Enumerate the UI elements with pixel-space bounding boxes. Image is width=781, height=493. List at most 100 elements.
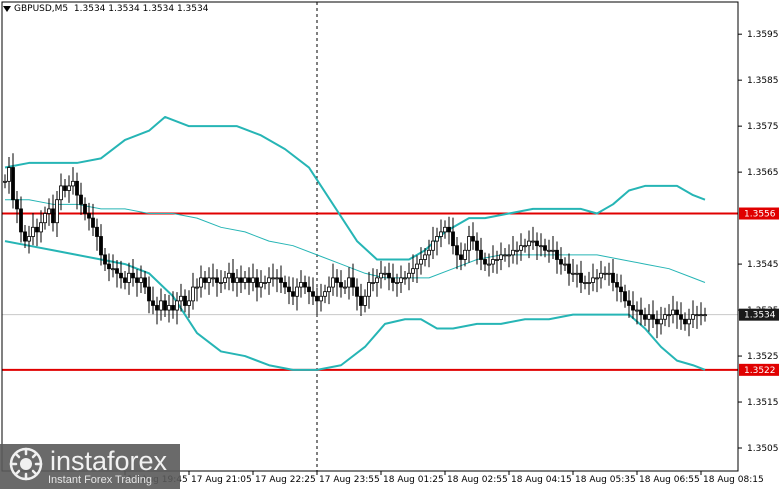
candle — [587, 271, 591, 295]
x-tick-label: 18 Aug 08:15 — [703, 475, 764, 485]
candle — [275, 269, 279, 293]
candle — [227, 262, 231, 291]
candle-body — [419, 259, 423, 265]
candle-body — [479, 249, 483, 260]
candle — [219, 270, 223, 294]
candle — [243, 270, 247, 290]
candle-body — [539, 245, 543, 248]
price-label: 1.3534 — [744, 311, 776, 321]
candle-body — [287, 286, 291, 293]
y-tick-label: 1.3575 — [747, 122, 779, 132]
candle-body — [327, 286, 331, 293]
candle-body — [27, 236, 31, 242]
chart-canvas[interactable]: 1.35951.35851.35751.35651.35451.35351.35… — [0, 0, 781, 489]
x-tick-label: 18 Aug 06:55 — [639, 475, 700, 485]
candle-body — [39, 222, 43, 233]
candle-body — [63, 185, 67, 191]
candle — [19, 196, 23, 243]
candle-body — [547, 249, 551, 252]
candle-body — [339, 282, 343, 288]
y-tick-label: 1.3565 — [747, 168, 779, 178]
candle-body — [507, 254, 511, 257]
x-tick-label: 17 Aug 23:55 — [319, 475, 380, 485]
candle — [271, 263, 275, 287]
candle-body — [679, 314, 683, 320]
candle-body — [435, 236, 439, 242]
candle — [15, 190, 19, 224]
chart-menu-triangle-icon[interactable] — [3, 6, 11, 12]
candle-body — [447, 226, 451, 233]
candle — [371, 268, 375, 292]
price-label: 1.3522 — [744, 366, 776, 376]
candle — [91, 203, 95, 237]
candle-body — [667, 314, 671, 317]
x-tick-label: 18 Aug 01:25 — [383, 475, 444, 485]
candle — [235, 269, 239, 297]
price-chart[interactable]: 1.35951.35851.35751.35651.35451.35351.35… — [0, 0, 781, 489]
candle-body — [663, 314, 667, 320]
candle-body — [395, 282, 399, 284]
candle-body — [455, 245, 459, 256]
candle-body — [135, 277, 139, 283]
candle-body — [171, 305, 175, 311]
x-tick-label: 18 Aug 04:15 — [511, 475, 572, 485]
candle — [231, 259, 235, 292]
candle-body — [703, 314, 707, 317]
candle-body — [655, 318, 659, 325]
candle-body — [559, 259, 563, 265]
candle-body — [319, 295, 323, 302]
candle-body — [443, 226, 447, 233]
candle-body — [255, 277, 259, 288]
candle — [427, 239, 431, 268]
candle-body — [207, 277, 211, 283]
candle — [115, 259, 119, 288]
candle — [527, 230, 531, 259]
candle — [39, 210, 43, 243]
candle-body — [243, 277, 247, 283]
candle-body — [223, 277, 227, 283]
candle — [607, 262, 611, 286]
candle-body — [315, 295, 319, 302]
candles-layer — [3, 153, 707, 339]
candle-body — [579, 272, 583, 283]
candle — [571, 259, 575, 283]
candle-body — [67, 185, 71, 191]
candle — [503, 247, 507, 262]
candle — [595, 269, 599, 293]
candle-body — [7, 167, 11, 182]
candle-body — [643, 314, 647, 320]
candle-body — [631, 305, 635, 311]
candle — [143, 270, 147, 294]
candle-body — [303, 282, 307, 288]
candle — [615, 273, 619, 302]
candle-body — [691, 314, 695, 320]
candle — [703, 307, 707, 322]
candle — [211, 263, 215, 287]
candle — [251, 263, 255, 292]
candle — [167, 294, 171, 323]
candle-body — [163, 300, 167, 311]
candle — [163, 293, 167, 317]
candle-body — [627, 300, 631, 306]
candle-body — [647, 314, 651, 320]
candle — [195, 278, 199, 302]
candle — [623, 284, 627, 308]
candle — [479, 237, 483, 271]
candle-body — [535, 240, 539, 247]
candle-body — [687, 318, 691, 325]
candle-body — [15, 199, 19, 210]
candle-body — [491, 259, 495, 265]
candle-body — [615, 282, 619, 288]
candle-body — [103, 254, 107, 265]
candle-body — [375, 277, 379, 283]
candle — [531, 226, 535, 250]
candle — [63, 179, 67, 198]
candle — [131, 259, 135, 287]
bollinger-bands-layer — [4, 115, 706, 371]
candle — [123, 270, 127, 290]
candle-body — [391, 277, 395, 283]
candle-body — [111, 268, 115, 271]
candle-body — [519, 245, 523, 251]
candle — [55, 190, 59, 237]
candle-body — [107, 263, 111, 270]
